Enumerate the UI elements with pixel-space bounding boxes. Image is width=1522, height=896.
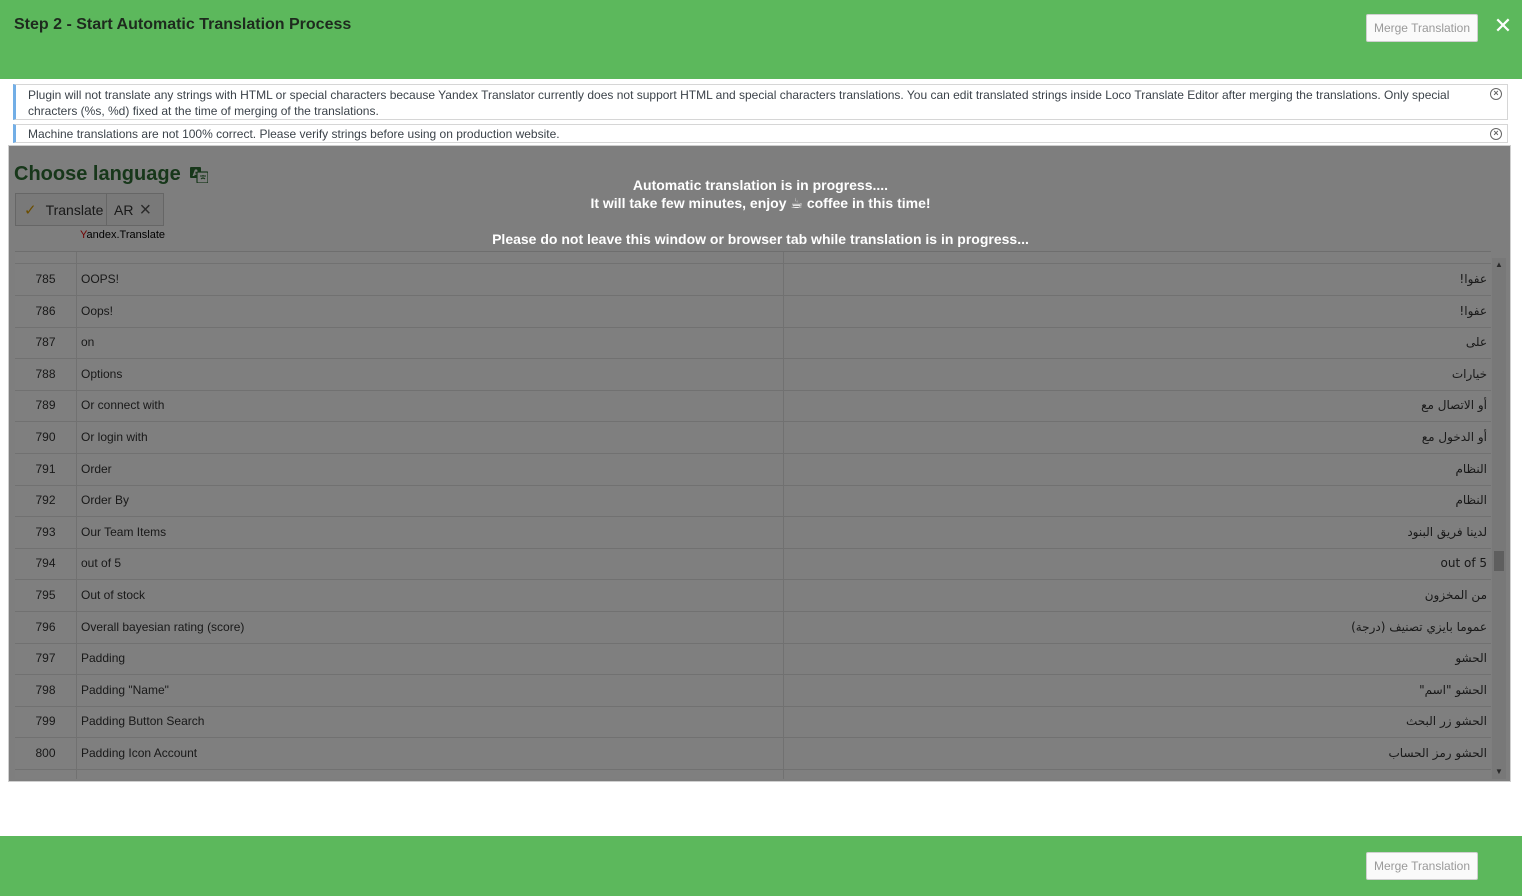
progress-overlay: Automatic translation is in progress....… [9,146,1510,781]
coffee-icon: ☕ [790,195,803,211]
header-bar: Step 2 - Start Automatic Translation Pro… [0,0,1522,79]
notice-accuracy-warning: Machine translations are not 100% correc… [13,124,1508,143]
progress-line-1: Automatic translation is in progress.... [632,177,889,193]
merge-translation-button-footer[interactable]: Merge Translation [1366,852,1478,880]
progress-message: Automatic translation is in progress....… [9,176,1510,248]
close-icon[interactable]: ✕ [1492,15,1514,37]
notice-text: Machine translations are not 100% correc… [28,127,560,141]
progress-line-2: It will take few minutes, enjoy ☕ coffee… [590,195,931,211]
footer-bar: Merge Translation [0,836,1522,896]
notice-html-warning: Plugin will not translate any strings wi… [13,84,1508,120]
translation-panel: Choose language A ✓ Translate AR × Yande… [8,145,1511,782]
dismiss-icon[interactable]: × [1490,88,1502,100]
notice-text: Plugin will not translate any strings wi… [28,88,1450,118]
dismiss-icon[interactable]: × [1490,128,1502,140]
merge-translation-button[interactable]: Merge Translation [1366,14,1478,42]
dialog-title: Step 2 - Start Automatic Translation Pro… [14,16,352,33]
progress-warning: Please do not leave this window or brows… [492,231,1029,247]
translation-dialog: Step 2 - Start Automatic Translation Pro… [0,0,1522,896]
